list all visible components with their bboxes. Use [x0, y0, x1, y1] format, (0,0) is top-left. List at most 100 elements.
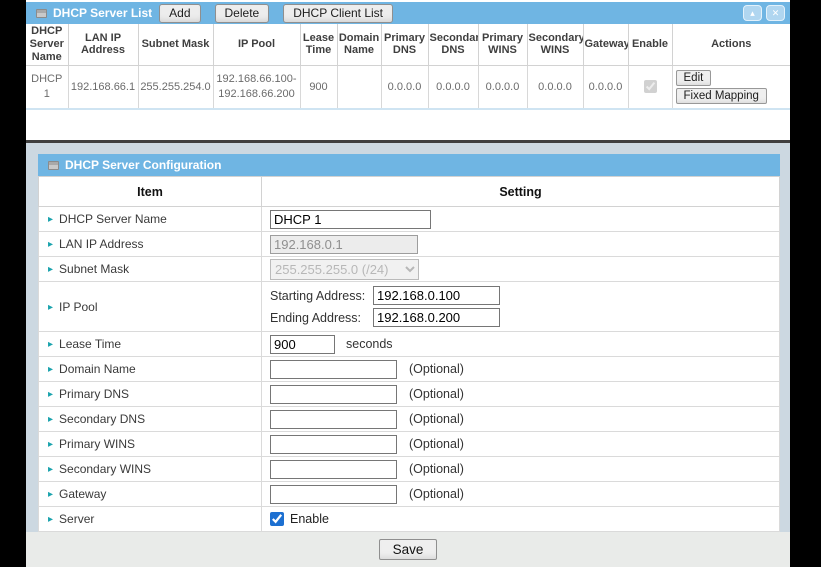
bullet-icon: ▸: [48, 389, 53, 400]
bullet-icon: ▸: [48, 489, 53, 500]
add-button[interactable]: Add: [159, 4, 200, 23]
window-icon: [48, 161, 59, 170]
col-secondary-dns: Secondary DNS: [428, 24, 478, 65]
bullet-icon: ▸: [48, 439, 53, 450]
config-section: DHCP Server Configuration Item Setting ▸…: [26, 143, 790, 532]
table-header-row: DHCP Server Name LAN IP Address Subnet M…: [26, 24, 790, 65]
dhcp-server-list-panel: DHCP Server List Add Delete DHCP Client …: [26, 0, 790, 140]
col-dhcp-server-name: DHCP Server Name: [26, 24, 68, 65]
cell-lease: 900: [300, 65, 337, 109]
row-secondary-wins: ▸Secondary WINS (Optional): [39, 457, 780, 482]
bullet-icon: ▸: [48, 514, 53, 525]
col-domain-name: Domain Name: [337, 24, 381, 65]
server-enable-checkbox[interactable]: [270, 512, 284, 526]
panel-controls: ▴ ✕: [743, 5, 785, 21]
row-primary-dns: ▸ Primary DNS (Optional): [39, 382, 780, 407]
dhcp-server-list-header: DHCP Server List Add Delete DHCP Client …: [26, 2, 790, 24]
ending-address-label: Ending Address:: [270, 311, 373, 325]
close-icon: ✕: [772, 9, 780, 18]
col-enable: Enable: [628, 24, 672, 65]
ending-address-input[interactable]: [373, 308, 500, 327]
config-title: DHCP Server Configuration: [65, 158, 221, 172]
delete-button[interactable]: Delete: [215, 4, 270, 23]
cell-primary-dns: 0.0.0.0: [381, 65, 428, 109]
lease-time-input[interactable]: [270, 335, 335, 354]
collapse-button[interactable]: ▴: [743, 5, 762, 21]
domain-name-input[interactable]: [270, 360, 397, 379]
col-actions: Actions: [672, 24, 790, 65]
dhcp-server-list-table: DHCP Server Name LAN IP Address Subnet M…: [26, 24, 790, 110]
save-button[interactable]: Save: [379, 539, 438, 560]
cell-gateway: 0.0.0.0: [583, 65, 628, 109]
bullet-icon: ▸: [48, 464, 53, 475]
row-secondary-dns: ▸Secondary DNS (Optional): [39, 407, 780, 432]
col-secondary-wins: Secondary WINS: [527, 24, 583, 65]
close-button[interactable]: ✕: [766, 5, 785, 21]
edit-button[interactable]: Edit: [676, 70, 712, 86]
row-primary-wins: ▸Primary WINS (Optional): [39, 432, 780, 457]
secondary-dns-input[interactable]: [270, 410, 397, 429]
config-header-row: Item Setting: [39, 177, 780, 207]
footer-bar: Save: [26, 532, 790, 567]
lan-ip-input: [270, 235, 418, 254]
col-lan-ip-address: LAN IP Address: [68, 24, 138, 65]
field-label: Primary DNS: [59, 387, 129, 401]
col-primary-dns: Primary DNS: [381, 24, 428, 65]
config-table: Item Setting ▸DHCP Server Name ▸ LAN IP A…: [38, 176, 780, 532]
optional-note: (Optional): [409, 462, 464, 476]
starting-address-input[interactable]: [373, 286, 500, 305]
row-dhcp-server-name: ▸DHCP Server Name: [39, 207, 780, 232]
fixed-mapping-button[interactable]: Fixed Mapping: [676, 88, 767, 104]
cell-secondary-wins: 0.0.0.0: [527, 65, 583, 109]
panel-title: DHCP Server List: [53, 6, 152, 20]
bullet-icon: ▸: [48, 239, 53, 250]
bullet-icon: ▸: [48, 339, 53, 350]
field-label: LAN IP Address: [59, 237, 144, 251]
page-content: DHCP Server List Add Delete DHCP Client …: [26, 0, 790, 567]
bullet-icon: ▸: [48, 302, 53, 313]
field-label: Secondary DNS: [59, 412, 145, 426]
primary-wins-input[interactable]: [270, 435, 397, 454]
cell-enable: [628, 65, 672, 109]
bullet-icon: ▸: [48, 264, 53, 275]
primary-dns-input[interactable]: [270, 385, 397, 404]
cell-ip-pool: 192.168.66.100-192.168.66.200: [213, 65, 300, 109]
subnet-mask-select: 255.255.255.0 (/24): [270, 259, 419, 280]
optional-note: (Optional): [409, 487, 464, 501]
table-row: DHCP 1 192.168.66.1 255.255.254.0 192.16…: [26, 65, 790, 109]
optional-note: (Optional): [409, 362, 464, 376]
field-label: Server: [59, 512, 94, 526]
dhcp-server-configuration-header: DHCP Server Configuration: [38, 154, 780, 176]
col-subnet-mask: Subnet Mask: [138, 24, 213, 65]
row-lease-time: ▸ Lease Time seconds: [39, 332, 780, 357]
cell-actions: Edit Fixed Mapping: [672, 65, 790, 109]
field-label: Domain Name: [59, 362, 136, 376]
seconds-label: seconds: [346, 337, 393, 351]
row-lan-ip-address: ▸ LAN IP Address: [39, 232, 780, 257]
row-gateway: ▸ Gateway (Optional): [39, 482, 780, 507]
field-label: Gateway: [59, 487, 106, 501]
gateway-input[interactable]: [270, 485, 397, 504]
optional-note: (Optional): [409, 387, 464, 401]
starting-address-label: Starting Address:: [270, 289, 373, 303]
col-primary-wins: Primary WINS: [478, 24, 527, 65]
cell-secondary-dns: 0.0.0.0: [428, 65, 478, 109]
row-server: ▸ Server Enable: [39, 507, 780, 532]
dhcp-server-name-input[interactable]: [270, 210, 431, 229]
bullet-icon: ▸: [48, 414, 53, 425]
cell-subnet: 255.255.254.0: [138, 65, 213, 109]
field-label: Primary WINS: [59, 437, 135, 451]
row-subnet-mask: ▸ Subnet Mask 255.255.255.0 (/24): [39, 257, 780, 282]
field-label: Lease Time: [59, 337, 121, 351]
cell-lan-ip: 192.168.66.1: [68, 65, 138, 109]
col-gateway: Gateway: [583, 24, 628, 65]
field-label: IP Pool: [59, 300, 97, 314]
row-ip-pool: ▸ IP Pool Starting Address: Ending Addres…: [39, 282, 780, 332]
secondary-wins-input[interactable]: [270, 460, 397, 479]
enable-label: Enable: [290, 512, 329, 526]
cell-server-name: DHCP 1: [26, 65, 68, 109]
collapse-icon: ▴: [750, 9, 755, 18]
field-label: Subnet Mask: [59, 262, 129, 276]
dhcp-client-list-button[interactable]: DHCP Client List: [283, 4, 393, 23]
row-enable-checkbox: [644, 80, 657, 93]
